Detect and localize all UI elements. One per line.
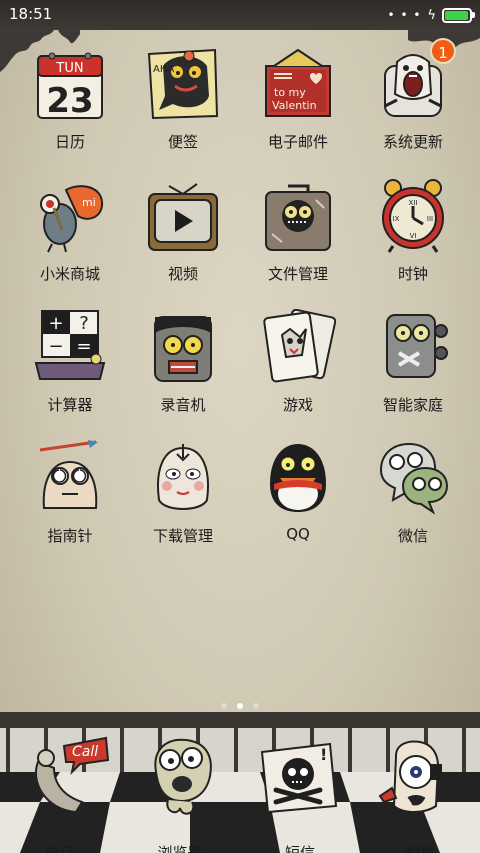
battery-icon bbox=[442, 7, 475, 23]
clock-numeral-12: XII bbox=[409, 199, 418, 207]
call-bubble-text: Call bbox=[72, 744, 98, 760]
mi-store-icon: mi bbox=[40, 185, 104, 253]
calendar-month: TUN bbox=[55, 61, 83, 76]
messages-icon: ! bbox=[260, 742, 338, 814]
app-label: 电子邮件 bbox=[267, 133, 328, 151]
charging-icon: ϟ bbox=[427, 7, 436, 23]
email-line-1: to my bbox=[274, 86, 306, 99]
battery-level-fill bbox=[445, 10, 468, 20]
notes-text: AHA bbox=[153, 64, 174, 75]
phone-icon: Call bbox=[35, 736, 110, 814]
page-dot[interactable] bbox=[221, 703, 227, 709]
dock-app-phone[interactable]: Call 电话 bbox=[0, 732, 120, 853]
compass-icon bbox=[39, 440, 98, 509]
app-label: 时钟 bbox=[397, 265, 428, 283]
update-badge: 1 bbox=[430, 38, 456, 64]
browser-icon bbox=[154, 738, 212, 815]
app-label: 文件管理 bbox=[267, 265, 328, 283]
app-label: 便签 bbox=[167, 133, 198, 151]
app-label: QQ bbox=[286, 525, 310, 543]
download-manager-icon bbox=[157, 444, 209, 510]
app-label: 录音机 bbox=[160, 396, 206, 414]
app-label: 微信 bbox=[397, 527, 428, 545]
app-label: 游戏 bbox=[282, 396, 313, 414]
app-label: 系统更新 bbox=[382, 133, 443, 151]
notes-icon: AHA bbox=[147, 48, 219, 120]
calc-key-minus: − bbox=[48, 336, 63, 357]
file-manager-icon bbox=[265, 184, 331, 251]
app-label: 智能家庭 bbox=[382, 396, 443, 414]
signal-icon: • • • bbox=[387, 8, 422, 22]
recorder-icon bbox=[154, 316, 212, 382]
page-indicator[interactable] bbox=[0, 703, 480, 709]
clock-numeral-3: III bbox=[427, 215, 433, 223]
calculator-icon: + ? − = bbox=[34, 310, 106, 380]
alert-mark: ! bbox=[320, 745, 327, 764]
status-bar: 18:51 • • • ϟ bbox=[0, 0, 480, 30]
qq-icon bbox=[270, 444, 326, 512]
dock: Call 电话 浏览器 ! 短信 相机 bbox=[0, 712, 480, 853]
dock-app-camera[interactable]: 相机 bbox=[360, 732, 480, 853]
video-icon bbox=[148, 183, 218, 251]
app-label: 小米商城 bbox=[39, 265, 100, 283]
email-line-2: Valentin bbox=[272, 99, 317, 112]
status-icons: • • • ϟ bbox=[387, 6, 475, 24]
status-time: 18:51 bbox=[9, 5, 53, 23]
app-label: 指南针 bbox=[47, 527, 93, 545]
dock-label: 相机 bbox=[404, 844, 435, 853]
dock-app-messages[interactable]: ! 短信 bbox=[240, 732, 360, 853]
calendar-day: 23 bbox=[46, 81, 93, 121]
clock-numeral-6: VI bbox=[410, 232, 417, 240]
app-label: 计算器 bbox=[47, 396, 93, 414]
app-label: 视频 bbox=[167, 265, 198, 283]
wechat-icon bbox=[379, 442, 449, 515]
page-dot[interactable] bbox=[253, 703, 259, 709]
clock-icon: XII III VI IX bbox=[382, 179, 444, 253]
clock-numeral-9: IX bbox=[393, 215, 400, 223]
calendar-icon: TUN 23 bbox=[37, 52, 103, 121]
games-icon bbox=[263, 309, 336, 383]
calc-key-equals: = bbox=[76, 336, 91, 357]
page-dot[interactable] bbox=[237, 703, 243, 709]
dock-label: 电话 bbox=[44, 844, 75, 853]
smart-home-icon bbox=[386, 314, 448, 378]
calc-key-question: ? bbox=[79, 313, 89, 334]
mi-store-logo: mi bbox=[82, 196, 96, 209]
camera-icon bbox=[378, 740, 442, 813]
dock-label: 浏览器 bbox=[157, 844, 203, 853]
calc-key-plus: + bbox=[48, 313, 63, 334]
app-label: 下载管理 bbox=[152, 527, 213, 545]
dock-app-browser[interactable]: 浏览器 bbox=[120, 732, 240, 853]
dock-label: 短信 bbox=[284, 844, 315, 853]
app-label: 日历 bbox=[54, 133, 85, 151]
email-icon: to my Valentin bbox=[265, 48, 331, 117]
